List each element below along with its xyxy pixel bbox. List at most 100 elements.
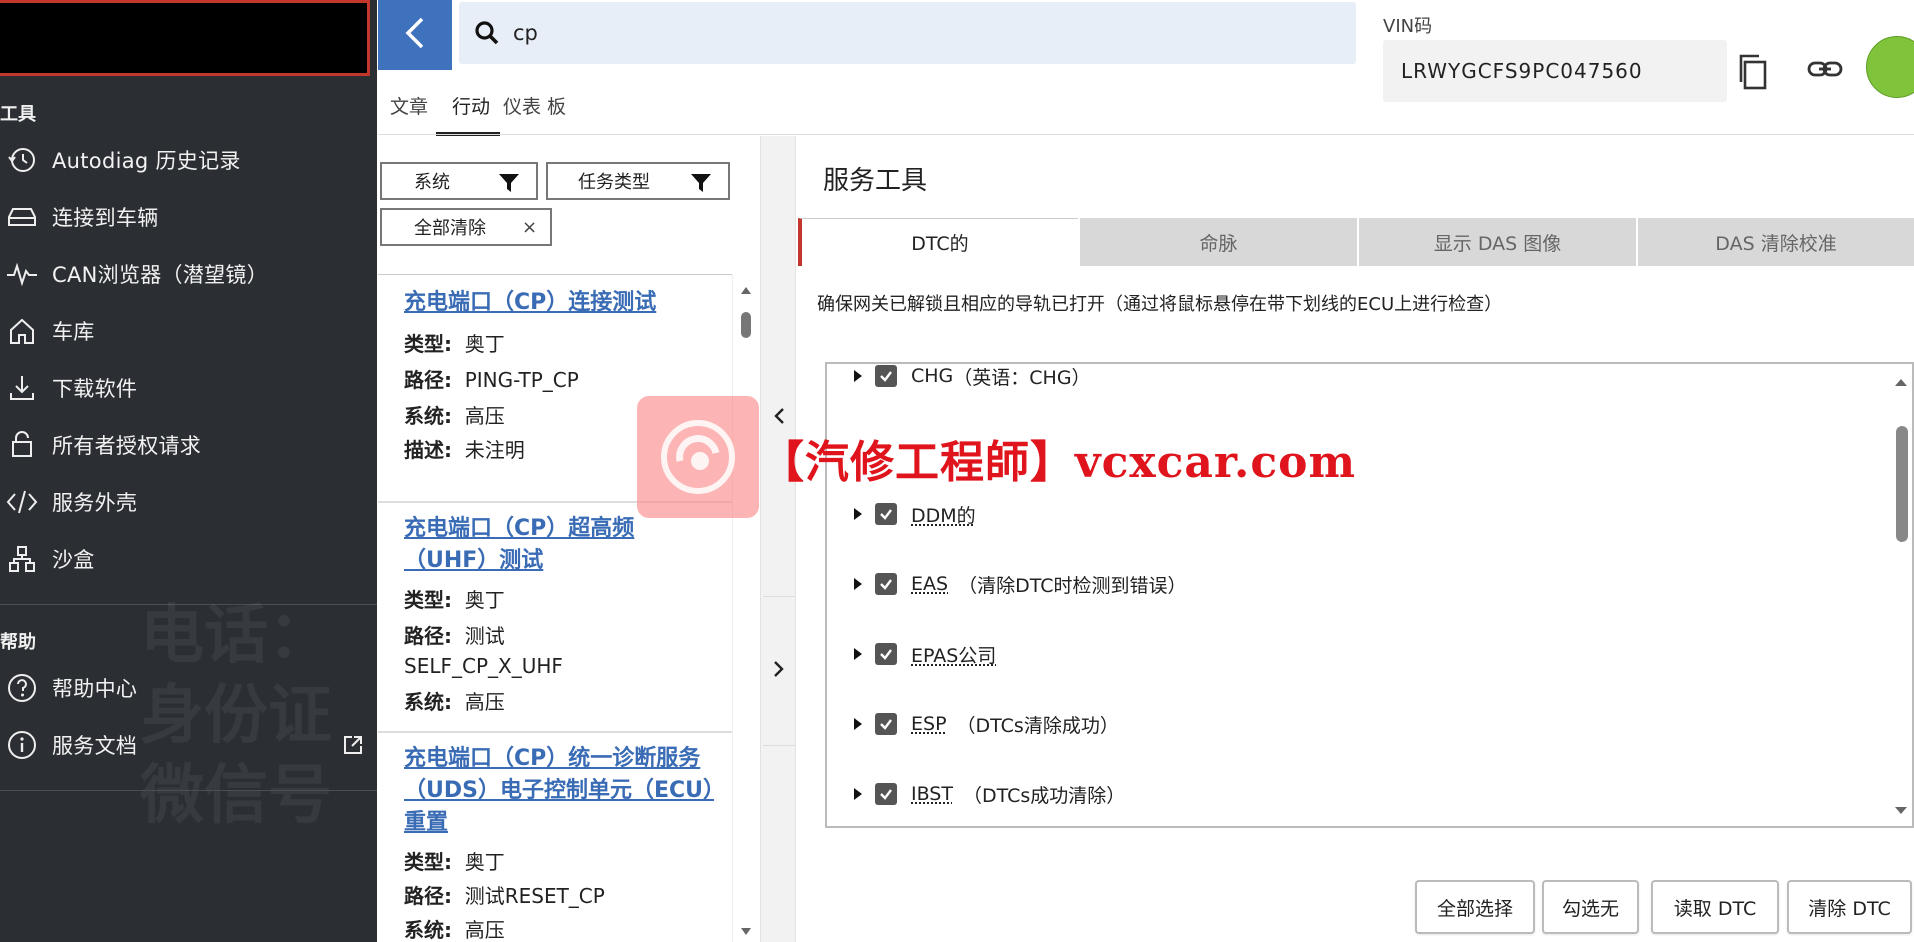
expand-right-button[interactable] [763, 596, 795, 746]
expand-triangle-icon[interactable] [853, 507, 867, 521]
select-all-button[interactable]: 全部选择 [1415, 880, 1535, 934]
ecu-checkbox[interactable] [875, 365, 897, 387]
sidebar-item-help-center[interactable]: 帮助中心 [0, 664, 377, 712]
sidebar-item-garage[interactable]: 车库 [0, 307, 377, 355]
ecu-row[interactable]: DDM的 [853, 498, 976, 530]
connection-status-indicator [1866, 36, 1914, 98]
sidebar-item-owner-auth[interactable]: 所有者授权请求 [0, 421, 377, 469]
ecu-note: （DTCs清除成功） [957, 711, 1119, 738]
search-bar [459, 2, 1356, 64]
list-item[interactable]: 充电端口（CP）超高频（UHF）测试 类型: 奥丁 路径: 测试 SELF_CP… [378, 505, 732, 733]
history-icon [4, 145, 40, 175]
sidebar-item-label: 服务文档 [52, 730, 137, 760]
tab-das-clear-calibration[interactable]: DAS 清除校准 [1636, 218, 1914, 266]
system-filter-label: 系统 [414, 168, 450, 194]
ecu-code[interactable]: IBST [911, 783, 953, 805]
search-icon [469, 20, 505, 46]
expand-triangle-icon[interactable] [853, 577, 867, 591]
list-item[interactable]: 充电端口（CP）统一诊断服务（UDS）电子控制单元（ECU）重置 类型: 奥丁 … [378, 735, 732, 942]
ecu-row[interactable]: EAS （清除DTC时检测到错误） [853, 568, 1186, 600]
sidebar-item-can-browser[interactable]: CAN浏览器（潜望镜） [0, 250, 377, 298]
tab-actions[interactable]: 行动 [452, 92, 490, 119]
result-title[interactable]: 充电端口（CP）统一诊断服务（UDS）电子控制单元（ECU）重置 [404, 743, 714, 839]
watermark-logo [637, 396, 759, 518]
ecu-checkbox[interactable] [875, 643, 897, 665]
instruction-text: 确保网关已解锁且相应的导轨已打开（通过将鼠标悬停在带下划线的ECU上进行检查） [817, 290, 1502, 316]
clear-all-filters-button[interactable]: 全部清除 × [380, 208, 552, 246]
panel-collapse-strip [760, 136, 796, 942]
copy-icon [1733, 77, 1773, 96]
help-icon [4, 672, 40, 704]
ecu-code[interactable]: EPAS公司 [911, 641, 996, 668]
sidebar-item-service-docs[interactable]: 服务文档 [0, 721, 377, 769]
link-button[interactable] [1805, 50, 1845, 90]
search-input[interactable] [513, 21, 1313, 45]
vin-field[interactable]: LRWYGCFS9PC047560 [1383, 40, 1727, 102]
sidebar: 工具 Autodiag 历史记录 连接到车辆 CAN浏览器（潜望镜） 车库 下载… [0, 0, 377, 942]
ecu-row[interactable]: CHG （英语：CHG） [853, 362, 1091, 392]
ecu-row[interactable]: IBST （DTCs成功清除） [853, 778, 1125, 810]
result-field: 路径: 测试 [404, 621, 505, 651]
sidebar-item-label: 沙盒 [52, 544, 95, 574]
sidebar-item-sandbox[interactable]: 沙盒 [0, 535, 377, 583]
ecu-row[interactable]: EPAS公司 [853, 638, 996, 670]
ecu-scrollbar[interactable] [1890, 364, 1912, 826]
sidebar-item-connect-vehicle[interactable]: 连接到车辆 [0, 193, 377, 241]
system-filter-button[interactable]: 系统 [380, 162, 538, 200]
back-button[interactable] [378, 0, 452, 70]
ecu-note: （清除DTC时检测到错误） [958, 571, 1186, 598]
sidebar-divider [0, 790, 377, 791]
expand-triangle-icon[interactable] [853, 787, 867, 801]
ecu-code[interactable]: DDM的 [911, 501, 976, 528]
close-icon: × [522, 217, 537, 238]
result-field: 系统: 高压 [404, 401, 505, 431]
tab-show-das-image[interactable]: 显示 DAS 图像 [1357, 218, 1636, 266]
ecu-row[interactable]: ESP （DTCs清除成功） [853, 708, 1119, 740]
tab-dashboard[interactable]: 仪表 板 [503, 92, 566, 119]
owner-icon [4, 430, 40, 460]
sidebar-item-service-shell[interactable]: 服务外壳 [0, 478, 377, 526]
filter-icon [498, 172, 520, 199]
task-type-filter-button[interactable]: 任务类型 [546, 162, 730, 200]
result-title[interactable]: 充电端口（CP）连接测试 [404, 287, 714, 319]
scroll-thumb [741, 312, 751, 338]
expand-triangle-icon[interactable] [853, 717, 867, 731]
sidebar-item-label: CAN浏览器（潜望镜） [52, 259, 268, 289]
sidebar-item-label: 所有者授权请求 [52, 430, 201, 460]
ecu-checkbox[interactable] [875, 713, 897, 735]
result-field: 路径: PING-TP_CP [404, 365, 579, 395]
sidebar-item-autodiag-history[interactable]: Autodiag 历史记录 [0, 136, 377, 184]
result-field: 类型: 奥丁 [404, 585, 505, 615]
sidebar-item-label: 下载软件 [52, 373, 137, 403]
sandbox-icon [4, 544, 40, 574]
watermark-text: 【汽修工程師】vcxcar.com [760, 426, 1356, 490]
ecu-checkbox[interactable] [875, 783, 897, 805]
external-link-icon [343, 735, 363, 759]
tab-lifeline[interactable]: 命脉 [1078, 218, 1357, 266]
tab-dtc[interactable]: DTC的 [798, 218, 1078, 266]
sidebar-item-label: 帮助中心 [52, 673, 137, 703]
select-none-button[interactable]: 勾选无 [1542, 880, 1639, 934]
filter-icon [690, 172, 712, 199]
sidebar-item-label: Autodiag 历史记录 [52, 145, 241, 175]
ecu-code[interactable]: EAS [911, 573, 948, 595]
results-scrollbar[interactable] [732, 274, 758, 942]
scroll-thumb[interactable] [1896, 426, 1908, 542]
copy-vin-button[interactable] [1733, 52, 1773, 92]
read-dtc-button[interactable]: 读取 DTC [1651, 880, 1779, 934]
expand-triangle-icon[interactable] [853, 369, 867, 383]
car-icon [4, 204, 40, 230]
ecu-note: （英语：CHG） [953, 363, 1090, 390]
sidebar-item-download-software[interactable]: 下载软件 [0, 364, 377, 412]
tab-articles[interactable]: 文章 [390, 92, 428, 119]
download-icon [4, 373, 40, 403]
ecu-code[interactable]: ESP [911, 713, 947, 735]
result-title[interactable]: 充电端口（CP）超高频（UHF）测试 [404, 513, 714, 577]
sidebar-item-label: 连接到车辆 [52, 202, 159, 232]
expand-triangle-icon[interactable] [853, 647, 867, 661]
ecu-checkbox[interactable] [875, 573, 897, 595]
clear-dtc-button[interactable]: 清除 DTC [1787, 880, 1912, 934]
results-list: 充电端口（CP）连接测试 类型: 奥丁 路径: PING-TP_CP 系统: 高… [378, 274, 732, 942]
ecu-checkbox[interactable] [875, 503, 897, 525]
vin-label: VIN码 [1383, 12, 1432, 38]
